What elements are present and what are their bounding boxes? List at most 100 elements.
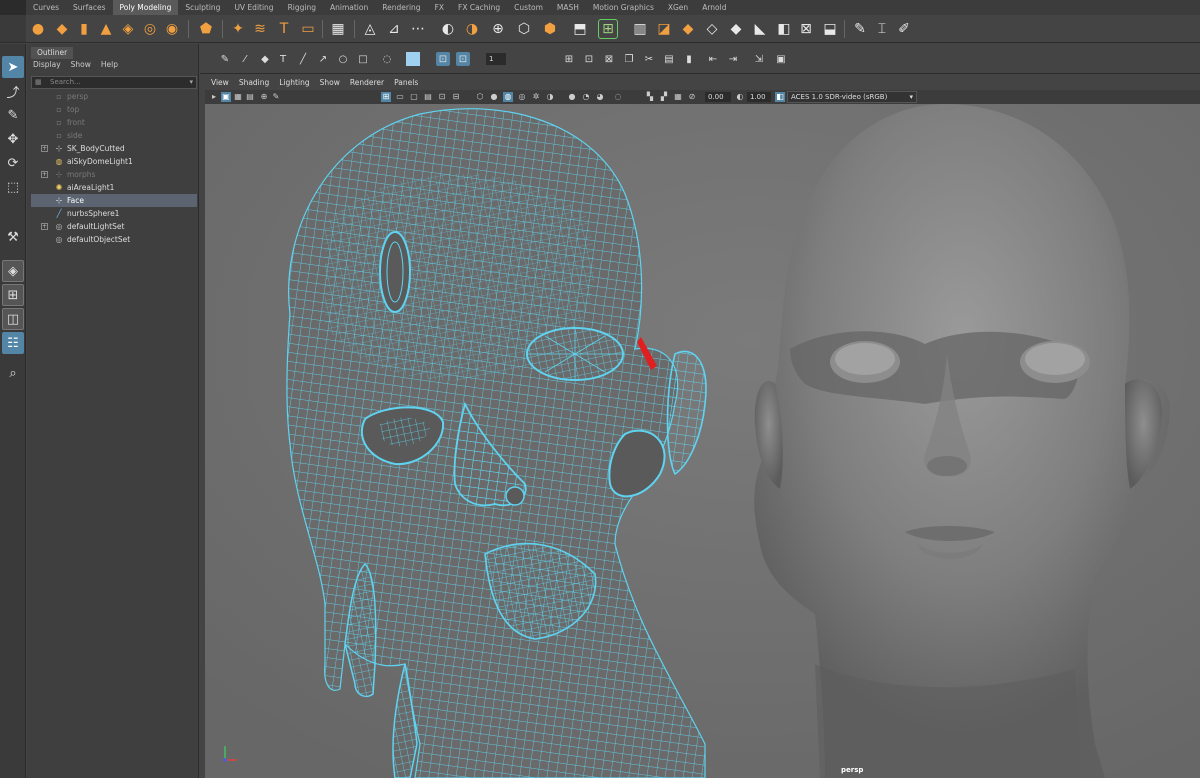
menu-renderer[interactable]: Renderer [350,76,384,90]
tab-motion-graphics[interactable]: Motion Graphics [586,0,661,15]
view-transform-select[interactable]: ACES 1.0 SDR-video (sRGB) ▾ [787,91,917,103]
tab-fx[interactable]: FX [428,0,451,15]
fill-hole-icon[interactable]: ⬡ [514,19,534,39]
copy-icon[interactable]: ❐ [622,52,636,66]
tab-custom[interactable]: Custom [507,0,550,15]
outliner-search-input[interactable]: ▦ Search... ▾ [31,76,197,89]
smooth-icon[interactable]: ⋯ [408,19,428,39]
field-chart-icon[interactable]: ⊡ [437,92,447,102]
grease-pencil-icon[interactable]: ✎ [271,92,281,102]
rect-tool-icon[interactable]: □ [356,52,370,66]
retopo-icon[interactable]: ⊕ [488,19,508,39]
lasso-icon[interactable]: ◌ [380,52,394,66]
search-icon[interactable]: ⌕ [2,362,24,384]
multisample-icon[interactable]: ◕ [595,92,605,102]
line-tool-icon[interactable]: ╱ [296,52,310,66]
menu-display[interactable]: Display [33,60,61,69]
four-pane-icon[interactable]: ⊞ [2,284,24,306]
outliner-item-aiarealight1[interactable]: ✺ aiAreaLight1 [31,181,197,194]
xray-icon[interactable]: ▚ [645,92,655,102]
select-camera-icon[interactable]: ▸ [209,92,219,102]
smooth-shade-icon[interactable]: ● [489,92,499,102]
menu-help[interactable]: Help [101,60,118,69]
xray-joints-icon[interactable]: ▞ [659,92,669,102]
extrude-icon[interactable]: ⬒ [570,19,590,39]
outliner-item-nurbssphere1[interactable]: ╱ nurbsSphere1 [31,207,197,220]
frame-number-field[interactable]: 1 [486,53,506,65]
key-icon[interactable]: ⊡ [582,52,596,66]
exposure-icon[interactable]: ⊘ [687,92,697,102]
bridge-icon[interactable]: ▥ [630,19,650,39]
scale-tool-icon[interactable]: ⬚ [2,176,24,198]
menu-show[interactable]: Show [71,60,91,69]
tab-surfaces[interactable]: Surfaces [66,0,112,15]
resolution-gate-icon[interactable]: ▢ [409,92,419,102]
import-icon[interactable]: ▣ [774,52,788,66]
tab-fx-caching[interactable]: FX Caching [451,0,507,15]
delete-icon[interactable]: ▮ [682,52,696,66]
type-icon[interactable]: T [274,19,294,39]
paint-icon[interactable]: ✎ [850,19,870,39]
shadows-icon[interactable]: ◑ [545,92,555,102]
gamma-field[interactable]: 1.00 [747,92,771,102]
eraser-icon[interactable]: ◆ [258,52,272,66]
remove-key-icon[interactable]: ⊠ [602,52,616,66]
outliner-item-persp[interactable]: ▫ persp [31,90,197,103]
exposure-field[interactable]: 0.00 [705,92,731,102]
target-weld-icon[interactable]: ◧ [774,19,794,39]
outliner-item-defaultobjectset[interactable]: ◎ defaultObjectSet [31,233,197,246]
tab-arnold[interactable]: Arnold [695,0,733,15]
reduce-icon[interactable]: ⬢ [540,19,560,39]
menu-panels[interactable]: Panels [394,76,418,90]
tab-rendering[interactable]: Rendering [375,0,427,15]
add-key-icon[interactable]: ⊞ [562,52,576,66]
menu-view[interactable]: View [211,76,229,90]
mirror-icon[interactable]: ⊿ [384,19,404,39]
poly-cube-icon[interactable]: ◆ [52,19,72,39]
select-tool-icon[interactable]: ➤ [2,56,24,78]
two-pane-icon[interactable]: ◫ [2,308,24,330]
arrow-tool-icon[interactable]: ↗ [316,52,330,66]
append-icon[interactable]: ◆ [678,19,698,39]
wireframe-icon[interactable]: ⬡ [475,92,485,102]
menu-lighting[interactable]: Lighting [279,76,309,90]
outliner-item-top[interactable]: ▫ top [31,103,197,116]
last-tool-icon[interactable]: ⚒ [2,226,24,248]
text-tool-icon[interactable]: T [276,52,290,66]
expand-icon[interactable]: + [41,223,48,230]
lasso-tool-icon[interactable]: ⤴ [2,80,24,102]
poly-cone-icon[interactable]: ▲ [96,19,116,39]
outliner-item-defaultlightset[interactable]: + ◎ defaultLightSet [31,220,197,233]
grid-icon[interactable]: ⊞ [381,92,391,102]
pencil-icon[interactable]: ✎ [218,52,232,66]
menu-shading[interactable]: Shading [239,76,269,90]
tab-sculpting[interactable]: Sculpting [178,0,227,15]
merge-icon[interactable]: ◣ [750,19,770,39]
next-frame-icon[interactable]: ⇥ [726,52,740,66]
multi-cut-icon[interactable]: ⊞ [598,19,618,39]
sweep-mesh-icon[interactable]: ≋ [250,19,270,39]
tab-curves[interactable]: Curves [26,0,66,15]
expand-icon[interactable]: + [41,171,48,178]
camera-attr-icon[interactable]: ▣ [221,92,231,102]
super-shape-icon[interactable]: ✦ [228,19,248,39]
bevel-icon[interactable]: ◪ [654,19,674,39]
single-pane-icon[interactable]: ◈ [2,260,24,282]
outliner-item-front[interactable]: ▫ front [31,116,197,129]
outliner-item-face[interactable]: ⊹ Face [31,194,197,207]
textured-icon[interactable]: ◎ [517,92,527,102]
safe-action-icon[interactable]: ⊟ [451,92,461,102]
combine-icon[interactable]: ▦ [328,19,348,39]
color-swatch[interactable] [406,52,420,66]
ambient-occlusion-icon[interactable]: ● [567,92,577,102]
motion-blur-icon[interactable]: ◔ [581,92,591,102]
outliner-item-aiskydomelight1[interactable]: ◍ aiSkyDomeLight1 [31,155,197,168]
scene-view[interactable]: persp [205,104,1200,778]
grid-snap-icon[interactable]: ⊡ [436,52,450,66]
tab-rigging[interactable]: Rigging [281,0,323,15]
lights-icon[interactable]: ✲ [531,92,541,102]
platonic-icon[interactable]: ⬟ [196,19,216,39]
menu-show-viewport[interactable]: Show [320,76,340,90]
poly-plane-icon[interactable]: ◈ [118,19,138,39]
tab-uv-editing[interactable]: UV Editing [227,0,280,15]
